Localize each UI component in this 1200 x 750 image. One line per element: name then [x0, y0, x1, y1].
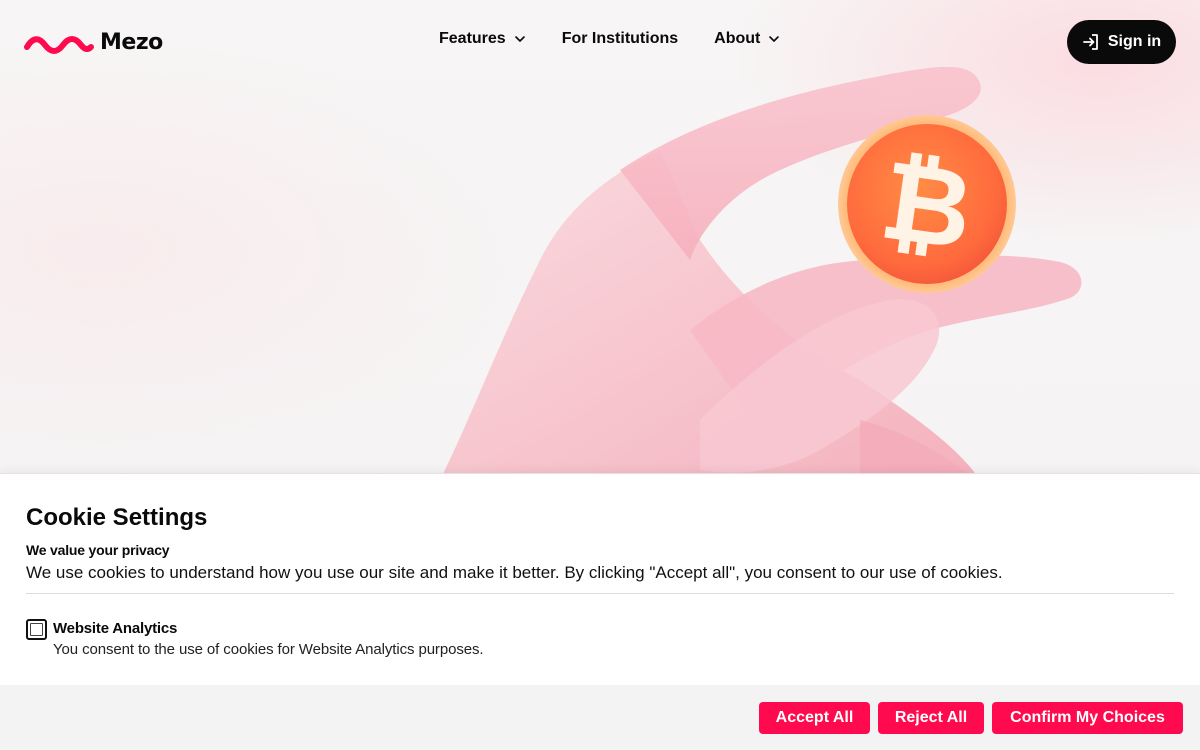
divider — [26, 593, 1174, 594]
cookie-settings-banner: Cookie Settings We value your privacy We… — [0, 473, 1200, 750]
nav-item-label: For Institutions — [561, 30, 679, 47]
cookie-title: Cookie Settings — [26, 504, 208, 531]
cookie-description: We use cookies to understand how you use… — [26, 563, 1003, 582]
nav-item-label: Features — [439, 30, 506, 47]
nav-item-for-institutions[interactable]: For Institutions — [562, 30, 678, 48]
reject-all-button[interactable]: Reject All — [878, 702, 984, 734]
nav-item-label: About — [714, 30, 761, 47]
website-analytics-label[interactable]: Website Analytics — [53, 620, 177, 637]
wave-logo-icon — [24, 35, 94, 54]
brand-name: Mezo — [100, 30, 163, 55]
brand-logo[interactable]: Mezo — [24, 30, 163, 55]
website-analytics-description: You consent to the use of cookies for We… — [53, 641, 484, 658]
accept-all-button[interactable]: Accept All — [759, 702, 870, 734]
chevron-down-icon — [514, 36, 525, 42]
cookie-actions-bar: Accept All Reject All Confirm My Choices — [0, 685, 1200, 750]
sign-in-label: Sign in — [1107, 33, 1162, 50]
sign-in-button[interactable]: Sign in — [1067, 20, 1176, 64]
website-analytics-checkbox[interactable] — [26, 619, 47, 640]
main-nav: Features For Institutions About — [439, 30, 780, 48]
nav-item-features[interactable]: Features — [439, 30, 526, 48]
chevron-down-icon — [769, 36, 780, 42]
svg-text:₿: ₿ — [874, 135, 981, 274]
nav-item-about[interactable]: About — [714, 30, 780, 48]
bitcoin-icon: ₿ — [838, 115, 1016, 293]
site-header: Mezo Features For Institutions About Sig… — [0, 0, 1200, 84]
cookie-subtitle: We value your privacy — [26, 542, 170, 558]
sign-in-icon — [1082, 34, 1098, 50]
confirm-choices-button[interactable]: Confirm My Choices — [992, 702, 1183, 734]
